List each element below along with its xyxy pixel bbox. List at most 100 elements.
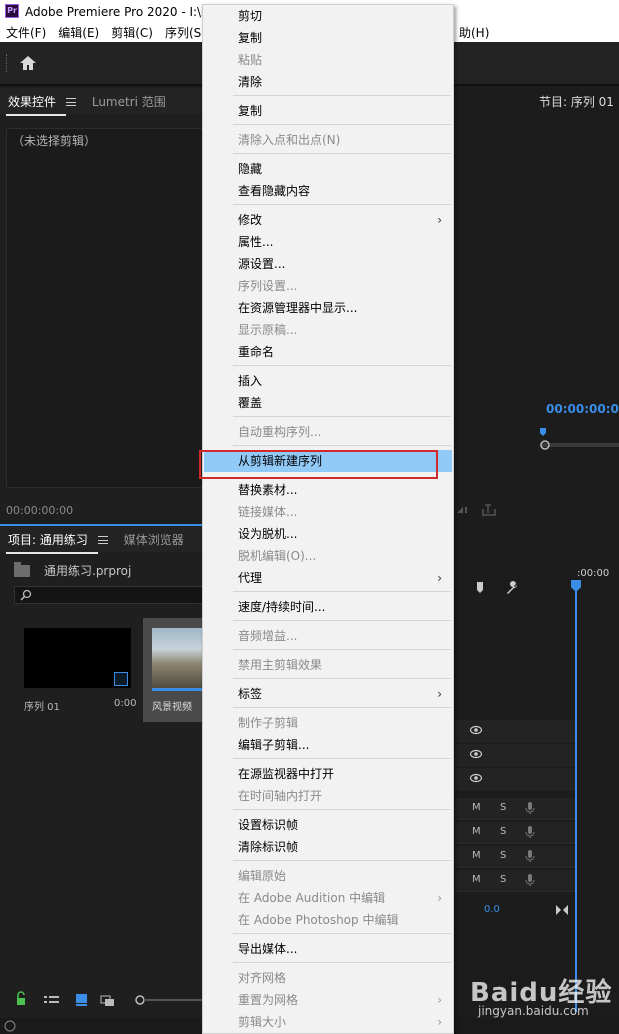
context-menu-item-label: 音频增益...: [238, 629, 298, 643]
context-menu-item[interactable]: 清除标识帧: [204, 836, 452, 858]
program-monitor-panel: 节目: 序列 01 00:00:00:00: [527, 88, 619, 520]
menu-help[interactable]: 助(H): [453, 24, 495, 41]
context-menu-item[interactable]: 清除: [204, 71, 452, 93]
eye-icon[interactable]: [470, 773, 482, 783]
panel-menu-icon[interactable]: [65, 98, 76, 106]
timeline-tools: [477, 581, 517, 594]
context-menu-item[interactable]: 导出媒体...: [204, 938, 452, 960]
eye-icon[interactable]: [470, 725, 482, 735]
context-menu-item-label: 序列设置...: [238, 279, 298, 293]
effect-controls-timecode[interactable]: 00:00:00:00: [6, 504, 73, 517]
context-menu-item[interactable]: 设为脱机...: [204, 523, 452, 545]
context-menu-item[interactable]: 在资源管理器中显示...: [204, 297, 452, 319]
context-menu-item-label: 重置为网格: [238, 993, 299, 1007]
context-menu-item: 制作子剪辑: [204, 712, 452, 734]
microphone-icon[interactable]: [525, 873, 535, 887]
context-menu-item[interactable]: 复制: [204, 100, 452, 122]
context-menu-item[interactable]: 插入: [204, 370, 452, 392]
program-timecode[interactable]: 00:00:00:00: [546, 402, 619, 416]
eye-icon[interactable]: [470, 749, 482, 759]
menu-edit[interactable]: 编辑(E): [52, 24, 105, 41]
context-menu-item[interactable]: 代理 ›: [204, 567, 452, 589]
audio-track-3: M S: [455, 846, 575, 868]
export-frame-icon[interactable]: [455, 501, 515, 517]
context-menu-item[interactable]: 复制: [204, 27, 452, 49]
context-menu-item-label: 复制: [238, 31, 263, 45]
context-menu-item[interactable]: 设置标识帧: [204, 814, 452, 836]
context-menu-item-label: 在时间轴内打开: [238, 789, 323, 803]
submenu-arrow-icon: ›: [437, 687, 442, 701]
context-menu-item[interactable]: 在源监视器中打开: [204, 763, 452, 785]
menu-separator: [233, 933, 451, 934]
tab-project[interactable]: 项目: 通用练习: [0, 531, 116, 554]
menu-separator: [233, 124, 451, 125]
context-menu-item-label: 在 Adobe Audition 中编辑: [238, 891, 386, 905]
mute-button[interactable]: M: [472, 850, 481, 861]
list-view-icon[interactable]: [44, 996, 59, 1003]
toolbar-grip[interactable]: [6, 54, 9, 72]
microphone-icon[interactable]: [525, 825, 535, 839]
tab-effect-controls[interactable]: 效果控件: [0, 93, 84, 116]
video-thumbnail: [152, 628, 205, 688]
context-menu-item[interactable]: 速度/持续时间...: [204, 596, 452, 618]
tab-media-browser[interactable]: 媒体浏览器: [116, 531, 192, 548]
menu-clip[interactable]: 剪辑(C): [105, 24, 159, 41]
freeform-view-icon[interactable]: [100, 995, 114, 1006]
context-menu-item[interactable]: 属性...: [204, 231, 452, 253]
microphone-icon[interactable]: [525, 849, 535, 863]
context-menu-item[interactable]: 隐藏: [204, 158, 452, 180]
project-item-sequence[interactable]: 序列 01 0:00: [14, 618, 138, 722]
context-menu-item[interactable]: 编辑子剪辑...: [204, 734, 452, 756]
menu-separator: [233, 445, 451, 446]
lock-icon[interactable]: [17, 991, 25, 1005]
mute-button[interactable]: M: [472, 802, 481, 813]
baidu-watermark: Baidu经验 jingyan.baidu.com: [470, 972, 615, 1022]
context-menu-item-label: 重命名: [238, 345, 275, 359]
context-menu-item[interactable]: 源设置...: [204, 253, 452, 275]
program-monitor-title[interactable]: 节目: 序列 01: [539, 93, 614, 110]
solo-button[interactable]: S: [500, 850, 506, 861]
context-menu-item[interactable]: 剪切: [204, 5, 452, 27]
solo-button[interactable]: S: [500, 802, 506, 813]
master-volume-value[interactable]: 0.0: [484, 904, 500, 915]
menu-separator: [233, 620, 451, 621]
submenu-arrow-icon: ›: [437, 571, 442, 585]
project-item-video[interactable]: 风景视频: [143, 618, 205, 722]
context-menu-item-label: 在 Adobe Photoshop 中编辑: [238, 913, 399, 927]
context-menu-item[interactable]: 替换素材...: [204, 479, 452, 501]
context-menu-item[interactable]: 重命名: [204, 341, 452, 363]
submenu-arrow-icon: ›: [437, 993, 442, 1007]
menu-separator: [233, 95, 451, 96]
panel-menu-icon[interactable]: [97, 536, 108, 544]
context-menu-item[interactable]: 覆盖: [204, 392, 452, 414]
tab-effect-controls-label: 效果控件: [8, 94, 57, 109]
marker-icon[interactable]: [477, 582, 483, 593]
context-menu-item-label: 剪辑大小: [238, 1015, 287, 1029]
wrench-icon[interactable]: [507, 581, 517, 594]
context-menu-item[interactable]: 查看隐藏内容: [204, 180, 452, 202]
no-clip-selected-text: （未选择剪辑）: [12, 134, 97, 148]
context-menu-item[interactable]: 标签 ›: [204, 683, 452, 705]
mute-button[interactable]: M: [472, 874, 481, 885]
context-menu-item[interactable]: 修改 ›: [204, 209, 452, 231]
tab-lumetri-scopes[interactable]: Lumetri 范围: [84, 93, 174, 110]
context-menu-item: 在 Adobe Photoshop 中编辑: [204, 909, 452, 931]
menu-file[interactable]: 文件(F): [0, 24, 52, 41]
microphone-icon[interactable]: [525, 801, 535, 815]
mute-button[interactable]: M: [472, 826, 481, 837]
solo-button[interactable]: S: [500, 874, 506, 885]
context-menu-item-label: 修改: [238, 213, 263, 227]
menu-separator: [233, 365, 451, 366]
gap-icon[interactable]: [555, 904, 569, 916]
solo-button[interactable]: S: [500, 826, 506, 837]
menu-separator: [233, 204, 451, 205]
context-menu-item: 脱机编辑(O)...: [204, 545, 452, 567]
zoom-slider[interactable]: [135, 995, 205, 1005]
menu-separator: [233, 707, 451, 708]
project-search-input[interactable]: [14, 586, 205, 604]
icon-view-icon[interactable]: [76, 994, 87, 1006]
home-icon[interactable]: [18, 54, 38, 72]
playhead[interactable]: [575, 582, 577, 1012]
program-scrubber[interactable]: [540, 428, 619, 452]
context-menu-item: 清除入点和出点(N): [204, 129, 452, 151]
